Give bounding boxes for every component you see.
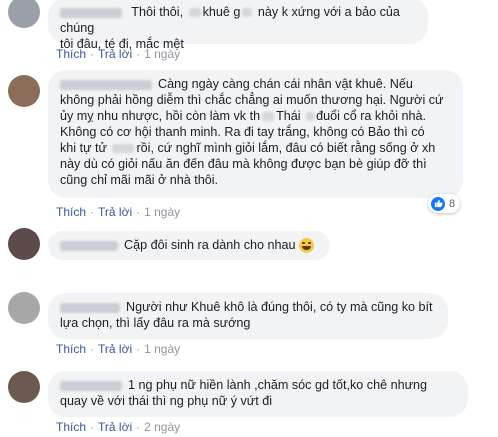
- redacted-text: [188, 8, 201, 18]
- blurred-author-name[interactable]: [60, 7, 122, 18]
- redacted-text: [262, 112, 275, 122]
- comment-bubble: 1 ng phụ nữ hiền lành ,chăm sóc gd tốt,k…: [48, 371, 468, 417]
- reaction-count[interactable]: 8: [428, 194, 461, 213]
- like-link[interactable]: Thích: [56, 205, 86, 219]
- reaction-count-value: 8: [449, 197, 456, 210]
- reply-link[interactable]: Trả lời: [98, 47, 132, 61]
- redacted-text: [306, 112, 315, 122]
- like-link[interactable]: Thích: [56, 47, 86, 61]
- blurred-author-name[interactable]: [60, 380, 122, 391]
- like-link[interactable]: Thích: [56, 342, 86, 356]
- avatar[interactable]: [8, 75, 40, 107]
- comment-time[interactable]: 1 ngày: [144, 205, 180, 219]
- comment-bubble: Người như Khuê khô là đúng thôi, có ty m…: [48, 293, 448, 339]
- blurred-author-name[interactable]: [60, 240, 118, 251]
- reply-link[interactable]: Trả lời: [98, 342, 132, 356]
- like-link[interactable]: Thích: [56, 420, 86, 434]
- comment-bubble: Cặp đôi sinh ra dành cho nhau: [48, 231, 330, 260]
- reply-link[interactable]: Trả lời: [98, 205, 132, 219]
- reply-link[interactable]: Trả lời: [98, 420, 132, 434]
- avatar[interactable]: [8, 0, 40, 28]
- comment-actions: Thích · Trả lời · 1 ngày: [56, 47, 181, 61]
- redacted-text: [112, 144, 135, 154]
- redacted-text: [242, 8, 253, 18]
- avatar[interactable]: [8, 371, 40, 403]
- avatar[interactable]: [8, 292, 40, 324]
- avatar[interactable]: [8, 228, 40, 260]
- blurred-author-name[interactable]: [60, 302, 120, 313]
- comment-text: Thôi thôi,: [131, 5, 187, 19]
- laughing-emoji-icon: [298, 238, 314, 254]
- like-icon: [431, 196, 445, 211]
- comment-bubble: Thôi thôi, khuê g này k xứng với a bảo c…: [48, 0, 428, 51]
- comment-bubble: Càng ngày càng chán cái nhân vật khuê. N…: [48, 70, 463, 198]
- comment-time[interactable]: 1 ngày: [144, 342, 180, 356]
- comment-actions: Thích · Trả lời · 1 ngày: [56, 342, 181, 356]
- blurred-author-name[interactable]: [60, 79, 152, 90]
- comment-actions: Thích · Trả lời · 1 ngày: [56, 205, 181, 219]
- comment-time[interactable]: 2 ngày: [144, 420, 180, 434]
- comment-actions: Thích · Trả lời · 2 ngày: [56, 420, 181, 434]
- comment-time[interactable]: 1 ngày: [144, 47, 180, 61]
